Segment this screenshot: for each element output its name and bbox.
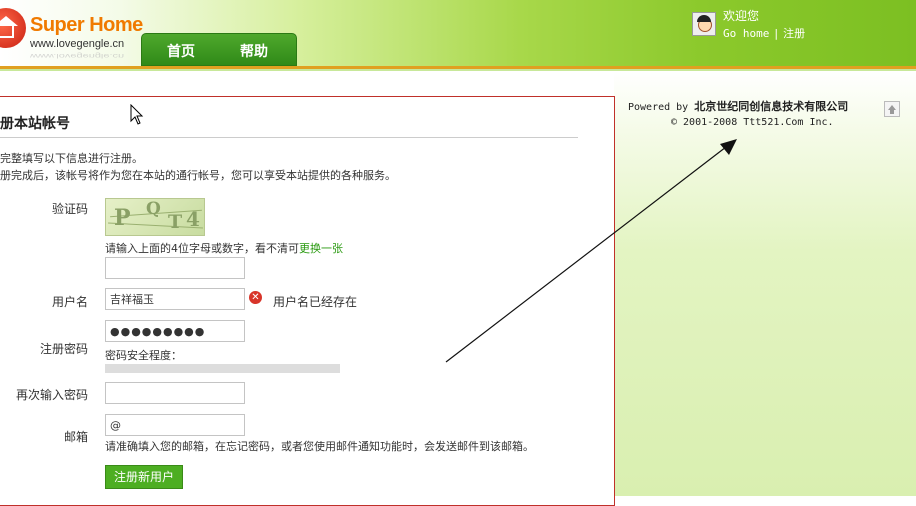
error-icon: ✕	[249, 291, 262, 304]
username-input[interactable]	[105, 288, 245, 310]
logo-title: Super Home	[30, 14, 143, 36]
company-name: 北京世纪同创信息技术有限公司	[694, 100, 849, 113]
page-title: 册本站帐号	[0, 116, 70, 132]
confirm-password-label: 再次输入密码	[15, 388, 88, 402]
back-to-top-icon[interactable]	[884, 101, 900, 117]
logo-house-icon	[0, 8, 26, 48]
title-divider	[0, 137, 578, 138]
captcha-hint: 请输入上面的4位字母或数字，看不清可更换一张	[105, 240, 343, 256]
mouse-cursor-icon	[130, 104, 144, 125]
link-separator: |	[774, 27, 779, 40]
powered-prefix: Powered by	[628, 102, 689, 113]
intro-text-2: 册完成后，该帐号将作为您在本站的通行帐号，您可以享受本站提供的各种服务。	[0, 169, 396, 182]
main-nav: 首页 帮助	[141, 33, 297, 66]
powered-by: Powered by 北京世纪同创信息技术有限公司	[628, 98, 848, 114]
intro-text-1: 完整填写以下信息进行注册。	[0, 152, 143, 165]
password-label: 注册密码	[39, 342, 88, 356]
captcha-input[interactable]	[105, 257, 245, 279]
captcha-hint-text: 请输入上面的4位字母或数字，看不清可	[105, 242, 299, 255]
refresh-captcha-link[interactable]: 更换一张	[299, 242, 343, 255]
email-input[interactable]	[105, 414, 245, 436]
captcha-label: 验证码	[51, 202, 88, 216]
header: Super Home www.lovegengle.cn www.lovegen…	[0, 0, 916, 68]
logo-url: www.lovegengle.cn	[30, 38, 125, 50]
email-label: 邮箱	[63, 430, 88, 444]
register-link[interactable]: 注册	[783, 27, 805, 40]
welcome-text: 欢迎您	[723, 9, 760, 23]
captcha-image[interactable]: P Q T 4	[105, 198, 205, 236]
register-submit-button[interactable]: 注册新用户	[105, 465, 184, 489]
nav-item-help[interactable]: 帮助	[240, 41, 268, 61]
go-home-link[interactable]: Go home	[723, 27, 769, 40]
captcha-char: P	[114, 205, 131, 231]
user-links: Go home | 注册	[723, 25, 805, 41]
password-input[interactable]	[105, 320, 245, 342]
captcha-char: 4	[186, 207, 200, 231]
username-label: 用户名	[51, 295, 88, 309]
user-avatar-icon	[692, 12, 716, 36]
confirm-password-input[interactable]	[105, 382, 245, 404]
email-hint: 请准确填入您的邮箱，在忘记密码，或者您使用邮件通知功能时，会发送邮件到该邮箱。	[105, 440, 534, 453]
sidebar-panel	[614, 71, 916, 496]
password-strength-label: 密码安全程度：	[105, 349, 182, 362]
captcha-char: T	[168, 211, 183, 233]
captcha-char: Q	[146, 199, 161, 219]
password-strength-meter	[105, 364, 340, 373]
copyright: © 2001-2008 Ttt521.Com Inc.	[671, 117, 834, 128]
nav-item-home[interactable]: 首页	[167, 41, 195, 61]
logo-url-reflection: www.lovegengle.cn	[30, 52, 125, 60]
username-error-message: 用户名已经存在	[273, 295, 358, 309]
